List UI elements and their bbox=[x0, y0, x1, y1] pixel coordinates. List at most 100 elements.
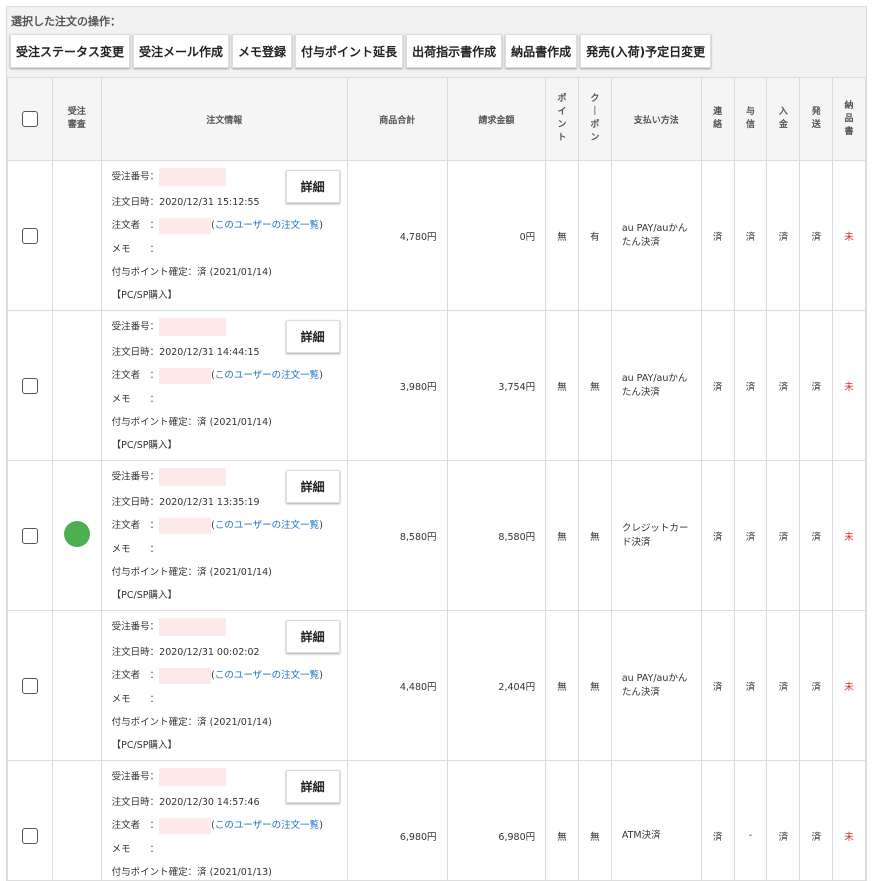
coupon-cell: 無 bbox=[577, 310, 612, 461]
order-number: 受注番号： bbox=[112, 468, 227, 486]
billing-amount-cell: 3,754円 bbox=[446, 310, 547, 461]
row-select-cell bbox=[7, 460, 53, 611]
order-number-redacted bbox=[159, 168, 227, 186]
user-orders-link[interactable]: このユーザーの注文一覧 bbox=[215, 370, 319, 381]
table-row: 受注番号： 注文日時：2020/12/31 15:12:55 注文者 ： (このユ… bbox=[7, 160, 866, 311]
row-checkbox[interactable] bbox=[21, 527, 38, 544]
billing-amount-cell: 0円 bbox=[446, 160, 547, 311]
review-cell bbox=[51, 460, 102, 611]
product-total-cell: 6,980円 bbox=[346, 760, 448, 880]
order-number-redacted bbox=[159, 618, 227, 636]
header-credit: 与信 bbox=[733, 77, 768, 161]
header-invoice: 納品書 bbox=[832, 77, 866, 161]
point-cell: 無 bbox=[545, 610, 579, 761]
product-total-cell: 4,480円 bbox=[346, 610, 448, 761]
header-product-total: 商品合計 bbox=[346, 77, 448, 161]
detail-button[interactable]: 詳細 bbox=[285, 470, 340, 503]
header-payment-method: 支払い方法 bbox=[610, 77, 702, 161]
create-shipping-instruction-button[interactable]: 出荷指示書作成 bbox=[406, 34, 503, 68]
contact-cell: 済 bbox=[700, 460, 735, 611]
user-orders-link[interactable]: このユーザーの注文一覧 bbox=[215, 520, 319, 531]
table-row: 受注番号： 注文日時：2020/12/31 13:35:19 注文者 ： (このユ… bbox=[7, 460, 866, 611]
order-number-redacted bbox=[159, 318, 227, 336]
select-all-checkbox[interactable] bbox=[21, 111, 38, 127]
order-number: 受注番号： bbox=[112, 318, 227, 336]
change-order-status-button[interactable]: 受注ステータス変更 bbox=[10, 34, 131, 68]
shipping-cell: 済 bbox=[799, 160, 834, 311]
review-cell bbox=[51, 610, 102, 761]
header-order-info: 注文情報 bbox=[100, 77, 348, 161]
coupon-cell: 無 bbox=[577, 760, 612, 880]
invoice-cell: 未 bbox=[832, 460, 866, 611]
header-coupon: ク｜ポン bbox=[577, 77, 612, 161]
orderer: 注文者 ： (このユーザーの注文一覧) bbox=[112, 817, 323, 834]
payment-method-cell: クレジットカード決済 bbox=[610, 460, 702, 611]
shipping-cell: 済 bbox=[799, 310, 834, 461]
order-number: 受注番号： bbox=[112, 168, 227, 186]
user-orders-link[interactable]: このユーザーの注文一覧 bbox=[215, 670, 319, 681]
point-cell: 無 bbox=[545, 760, 579, 880]
order-info-cell: 受注番号： 注文日時：2020/12/31 15:12:55 注文者 ： (このユ… bbox=[100, 160, 348, 311]
row-checkbox[interactable] bbox=[21, 377, 38, 394]
coupon-cell: 有 bbox=[577, 160, 612, 311]
review-status-dot bbox=[63, 521, 90, 547]
coupon-cell: 無 bbox=[577, 610, 612, 761]
product-total-cell: 3,980円 bbox=[346, 310, 448, 461]
register-memo-button[interactable]: メモ登録 bbox=[232, 34, 293, 68]
order-number: 受注番号： bbox=[112, 768, 227, 786]
payment-cell: 済 bbox=[766, 460, 801, 611]
header-review: 受注 審査 bbox=[51, 77, 102, 161]
orderer-name-redacted bbox=[159, 217, 212, 234]
points-status: 付与ポイント確定：済 (2021/01/13) bbox=[111, 867, 272, 878]
shipping-cell: 済 bbox=[799, 610, 834, 761]
review-cell bbox=[51, 760, 102, 880]
order-info-cell: 受注番号： 注文日時：2020/12/31 00:02:02 注文者 ： (このユ… bbox=[100, 610, 348, 761]
extend-points-button[interactable]: 付与ポイント延長 bbox=[295, 34, 404, 68]
order-date: 注文日時：2020/12/30 14:57:46 bbox=[111, 797, 260, 808]
row-checkbox[interactable] bbox=[21, 677, 38, 694]
points-status: 付与ポイント確定：済 (2021/01/14) bbox=[111, 567, 272, 578]
operations-label: 選択した注文の操作： bbox=[11, 15, 121, 28]
point-cell: 無 bbox=[545, 160, 579, 311]
orderer: 注文者 ： (このユーザーの注文一覧) bbox=[112, 367, 323, 384]
detail-button[interactable]: 詳細 bbox=[285, 620, 340, 653]
change-release-date-button[interactable]: 発売(入荷)予定日変更 bbox=[580, 34, 712, 68]
user-orders-link[interactable]: このユーザーの注文一覧 bbox=[215, 220, 319, 231]
create-order-mail-button[interactable]: 受注メール作成 bbox=[133, 34, 230, 68]
credit-cell: 済 bbox=[733, 460, 768, 611]
purchase-channel: 【PC/SP購入】 bbox=[111, 740, 177, 751]
points-status: 付与ポイント確定：済 (2021/01/14) bbox=[111, 267, 272, 278]
row-select-cell bbox=[7, 310, 53, 461]
table-header-row: 受注 審査 注文情報 商品合計 請求金額 ポイント ク｜ポン 支払い方法 連絡 与… bbox=[7, 77, 866, 161]
user-orders-link[interactable]: このユーザーの注文一覧 bbox=[215, 820, 319, 831]
purchase-channel: 【PC/SP購入】 bbox=[111, 290, 177, 301]
contact-cell: 済 bbox=[700, 760, 735, 880]
review-cell bbox=[51, 160, 102, 311]
product-total-cell: 8,580円 bbox=[346, 460, 448, 611]
order-info-cell: 受注番号： 注文日時：2020/12/30 14:57:46 注文者 ： (このユ… bbox=[100, 760, 348, 880]
orderer-name-redacted bbox=[159, 667, 212, 684]
invoice-cell: 未 bbox=[832, 610, 866, 761]
header-billing-amount: 請求金額 bbox=[446, 77, 547, 161]
memo: メモ ： bbox=[111, 244, 160, 255]
row-checkbox[interactable] bbox=[21, 227, 38, 244]
detail-button[interactable]: 詳細 bbox=[285, 770, 340, 803]
order-number-redacted bbox=[159, 468, 227, 486]
row-checkbox[interactable] bbox=[21, 827, 38, 844]
orders-table: 受注 審査 注文情報 商品合計 請求金額 ポイント ク｜ポン 支払い方法 連絡 与… bbox=[7, 77, 866, 880]
order-date: 注文日時：2020/12/31 15:12:55 bbox=[111, 197, 260, 208]
orderer: 注文者 ： (このユーザーの注文一覧) bbox=[112, 217, 323, 234]
create-invoice-button[interactable]: 納品書作成 bbox=[505, 34, 578, 68]
points-status: 付与ポイント確定：済 (2021/01/14) bbox=[111, 417, 272, 428]
contact-cell: 済 bbox=[700, 610, 735, 761]
order-number-redacted bbox=[159, 768, 227, 786]
detail-button[interactable]: 詳細 bbox=[285, 170, 340, 203]
orders-panel: 選択した注文の操作： 受注ステータス変更 受注メール作成 メモ登録 付与ポイント… bbox=[6, 6, 867, 881]
detail-button[interactable]: 詳細 bbox=[285, 320, 340, 353]
credit-cell: 済 bbox=[733, 610, 768, 761]
product-total-cell: 4,780円 bbox=[346, 160, 448, 311]
order-date: 注文日時：2020/12/31 14:44:15 bbox=[111, 347, 260, 358]
billing-amount-cell: 6,980円 bbox=[446, 760, 547, 880]
payment-method-cell: au PAY/auかんたん決済 bbox=[610, 310, 702, 461]
coupon-cell: 無 bbox=[577, 460, 612, 611]
